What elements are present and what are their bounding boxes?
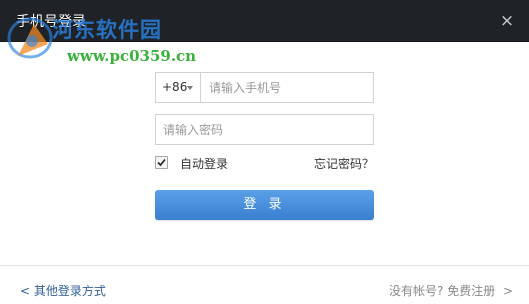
- close-button[interactable]: ×: [499, 13, 515, 30]
- phone-input[interactable]: [209, 73, 369, 102]
- register-prompt: 没有帐号? 免费注册 >: [389, 282, 513, 299]
- country-code-select[interactable]: +86: [156, 73, 201, 102]
- no-account-text: 没有帐号?: [389, 284, 444, 298]
- other-login-link[interactable]: < 其他登录方式: [20, 282, 106, 299]
- chevron-left-icon: <: [20, 284, 31, 298]
- auto-login-checkbox[interactable]: [155, 156, 168, 169]
- chevron-down-icon: [187, 86, 193, 90]
- login-button[interactable]: 登 录: [155, 190, 374, 220]
- password-input[interactable]: [163, 115, 368, 144]
- auto-login-label[interactable]: 自动登录: [180, 155, 228, 172]
- country-code-value: +86: [162, 80, 188, 94]
- password-field: [155, 114, 374, 145]
- forgot-password-link[interactable]: 忘记密码？: [314, 155, 374, 172]
- other-login-label: 其他登录方式: [33, 284, 106, 298]
- chevron-right-icon[interactable]: >: [503, 284, 513, 298]
- watermark-url: www.pc0359.cn: [67, 47, 197, 65]
- watermark-site-name: 河东软件园: [52, 17, 162, 42]
- check-icon: [157, 158, 166, 167]
- footer: < 其他登录方式 没有帐号? 免费注册 >: [0, 265, 529, 304]
- register-link[interactable]: 免费注册: [447, 284, 495, 298]
- phone-field: +86: [155, 72, 374, 103]
